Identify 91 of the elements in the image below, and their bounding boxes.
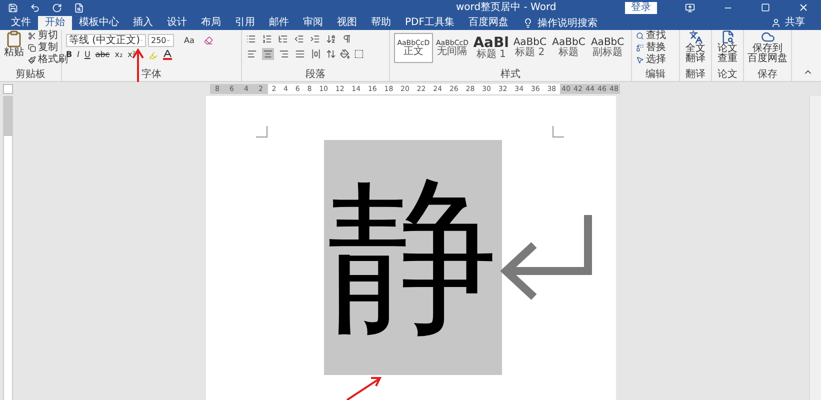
search-field[interactable]: 操作说明搜索 (537, 17, 628, 30)
caret-icon (166, 37, 171, 44)
ribbon-tab[interactable]: 视图 (330, 16, 364, 30)
clipboard-item[interactable]: 复制 (28, 42, 68, 54)
align-icon (295, 49, 305, 59)
format-button[interactable]: B (66, 51, 72, 59)
pointer-icon (636, 56, 644, 64)
clear-format-icon[interactable] (204, 36, 214, 45)
align-button[interactable] (246, 48, 258, 60)
ribbon-tab[interactable]: 帮助 (364, 16, 398, 30)
group-label: 论文 (718, 69, 738, 81)
paste-button[interactable]: 粘贴 (4, 30, 24, 69)
format-button[interactable]: x² (128, 51, 136, 59)
close-icon[interactable] (798, 2, 809, 13)
case-button[interactable]: Aa (184, 36, 194, 44)
align-icon (311, 49, 321, 59)
annotation-arrow (345, 376, 383, 400)
group-label: 保存 (758, 69, 778, 81)
ribbon-tab[interactable]: 布局 (194, 16, 228, 30)
align-icon (263, 49, 273, 59)
multilevel-list-icon[interactable] (278, 34, 288, 44)
align-button[interactable] (294, 48, 306, 60)
print-preview-icon[interactable] (74, 2, 84, 12)
ribbon-tab[interactable]: 审阅 (296, 16, 330, 30)
undo-icon[interactable] (30, 2, 40, 12)
user-icon (771, 18, 781, 28)
ribbon-tab[interactable]: 文件 (4, 16, 38, 30)
sort-icon[interactable] (326, 34, 336, 44)
share-button[interactable]: 共享 (785, 16, 805, 30)
group-label: 字体 (140, 69, 162, 81)
shading-icon[interactable] (340, 49, 350, 59)
font-size-dropdown[interactable]: 250 (148, 34, 174, 47)
border-icon[interactable] (354, 49, 364, 59)
copy-icon (28, 44, 36, 52)
window-title: word整页居中 - Word (456, 2, 556, 12)
login-button[interactable]: 登录 (625, 2, 657, 14)
editing-item[interactable]: 查找 (636, 30, 675, 42)
redo-icon[interactable] (52, 2, 62, 12)
format-button[interactable]: U (84, 51, 90, 59)
ribbon-display-icon[interactable] (685, 2, 695, 12)
ribbon-tab[interactable]: 插入 (126, 16, 160, 30)
ribbon-tab[interactable]: PDF工具集 (398, 16, 462, 30)
editing-item[interactable]: 替换 (636, 42, 675, 54)
ribbon-tab[interactable]: 模板中心 (72, 16, 126, 30)
style-item[interactable]: AaBbC 标题 2 (510, 33, 550, 63)
clipboard-item[interactable]: 剪切 (28, 30, 68, 42)
ribbon-tab[interactable]: 邮件 (262, 16, 296, 30)
pilcrow-icon[interactable] (342, 34, 352, 44)
lightbulb-icon (523, 18, 534, 28)
group-label: 剪贴板 (14, 69, 46, 81)
format-button[interactable]: abc (95, 51, 110, 59)
maximize-icon[interactable] (761, 3, 770, 12)
font-color-icon[interactable] (162, 50, 172, 60)
ribbon-tab[interactable]: 开始 (38, 16, 72, 30)
group-label: 编辑 (644, 69, 666, 81)
search-icon (636, 32, 644, 40)
group-label: 翻译 (686, 69, 706, 81)
align-button[interactable] (262, 48, 274, 60)
increase-indent-icon[interactable] (310, 34, 320, 44)
format-button[interactable]: I (77, 51, 80, 59)
ribbon-tab[interactable]: 设计 (160, 16, 194, 30)
replace-icon (636, 44, 644, 52)
style-item[interactable]: AaBl 标题 1 (472, 33, 510, 63)
format-button[interactable]: x₂ (114, 51, 123, 59)
numbered-list-icon[interactable] (262, 34, 272, 44)
ribbon-tab[interactable]: 引用 (228, 16, 262, 30)
align-button[interactable] (310, 48, 322, 60)
save-icon[interactable] (8, 2, 18, 12)
align-icon (279, 49, 289, 59)
save-to-cloud-button[interactable]: 保存到 百度网盘 (748, 30, 788, 69)
group-label: 段落 (304, 69, 326, 81)
ribbon-tab[interactable]: 百度网盘 (461, 16, 516, 30)
clipboard-icon (5, 30, 23, 48)
cloud-icon (760, 30, 774, 44)
paper-check-button[interactable]: 论文 查重 (718, 30, 738, 69)
group-label: 样式 (500, 69, 522, 81)
line-spacing-icon[interactable] (326, 49, 336, 59)
style-item[interactable]: AaBbC 标题 (549, 33, 588, 63)
crop-mark-icon (552, 126, 564, 138)
decrease-indent-icon[interactable] (294, 34, 304, 44)
font-name-dropdown[interactable]: 等线 (中文正文) (66, 34, 146, 47)
align-button[interactable] (278, 48, 290, 60)
style-item[interactable]: AaBbC 副标题 (588, 33, 627, 63)
crop-mark-icon (256, 126, 268, 138)
translate-button[interactable]: 全文 翻译 (686, 30, 706, 69)
scissors-icon (28, 32, 36, 40)
bullet-list-icon[interactable] (246, 34, 256, 44)
document-text: 静 (324, 140, 502, 375)
editing-item[interactable]: 选择 (636, 54, 675, 66)
align-icon (247, 49, 257, 59)
paintbrush-icon (28, 56, 36, 64)
